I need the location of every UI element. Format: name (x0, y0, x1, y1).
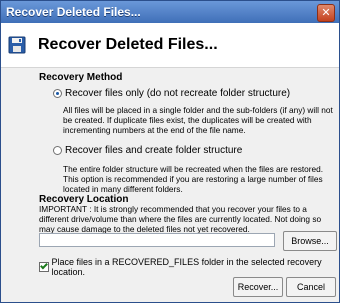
close-button[interactable]: ✕ (317, 4, 335, 22)
radio-recover-files-only[interactable]: Recover files only (do not recreate fold… (53, 88, 290, 99)
recovery-path-input[interactable] (39, 233, 275, 247)
floppy-disk-icon (8, 36, 26, 54)
important-note: IMPORTANT : It is strongly recommended t… (39, 204, 322, 234)
recover-button[interactable]: Recover... (233, 277, 283, 297)
window-title: Recover Deleted Files... (6, 5, 141, 19)
recovered-files-checkbox-row[interactable]: Place files in a RECOVERED_FILES folder … (39, 257, 339, 277)
recovered-files-checkbox[interactable] (39, 262, 49, 272)
option1-label: Recover files only (do not recreate fold… (65, 88, 291, 99)
checkbox-label: Place files in a RECOVERED_FILES folder … (51, 257, 322, 277)
browse-button[interactable]: Browse... (283, 231, 337, 251)
cancel-button[interactable]: Cancel (286, 277, 336, 297)
option2-description: The entire folder structure will be recr… (63, 164, 324, 194)
option2-label: Recover files and create folder structur… (65, 145, 243, 156)
radio-button-unchecked[interactable] (53, 146, 62, 155)
option1-description: All files will be placed in a single fol… (63, 105, 333, 135)
radio-button-checked[interactable] (53, 89, 62, 98)
recovery-method-title: Recovery Method (39, 72, 123, 83)
dialog-window: Recover Deleted Files... ✕ Recover Delet… (0, 0, 340, 303)
title-bar: Recover Deleted Files... ✕ (1, 1, 339, 23)
radio-recover-with-structure[interactable]: Recover files and create folder structur… (53, 145, 242, 156)
dialog-header: Recover Deleted Files... (1, 23, 339, 68)
dialog-content: Recovery Method Recover files only (do n… (1, 67, 339, 302)
page-title: Recover Deleted Files... (38, 36, 218, 53)
